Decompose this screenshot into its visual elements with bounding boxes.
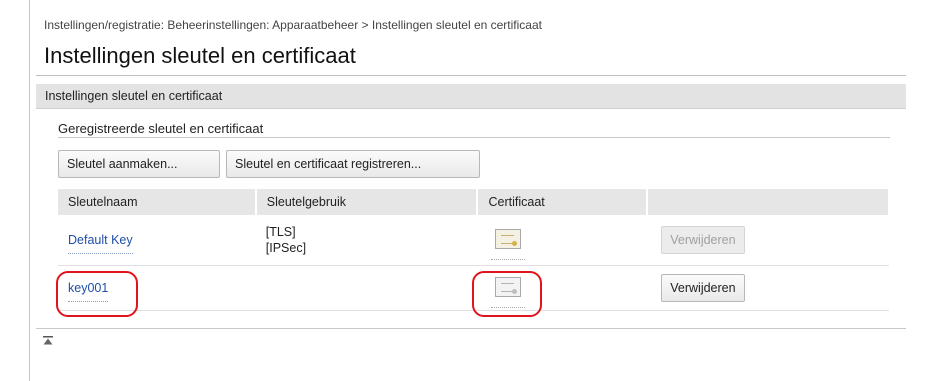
delete-button-disabled: Verwijderen xyxy=(661,226,745,254)
column-header-key-name: Sleutelnaam xyxy=(58,189,257,215)
registered-keys-title: Geregistreerde sleutel en certificaat xyxy=(58,121,264,136)
key-usage-cell: [TLS] [IPSec] xyxy=(255,215,478,266)
column-header-actions xyxy=(647,189,890,215)
title-divider xyxy=(36,75,906,76)
key-name-link[interactable]: Default Key xyxy=(68,233,133,254)
section-header: Instellingen sleutel en certificaat xyxy=(36,84,906,109)
usage-tls: [TLS] xyxy=(265,225,296,239)
actions-cell: Verwijderen xyxy=(647,215,889,266)
table-row: Default Key [TLS] [IPSec] Verwijderen xyxy=(58,215,889,266)
register-key-certificate-button[interactable]: Sleutel en certificaat registreren... xyxy=(226,150,480,178)
create-key-button[interactable]: Sleutel aanmaken... xyxy=(58,150,220,178)
certificate-link[interactable] xyxy=(487,228,526,260)
column-header-key-usage: Sleutelgebruik xyxy=(255,189,479,215)
certificate-icon xyxy=(495,228,522,249)
usage-ipsec: [IPSec] xyxy=(265,241,307,255)
delete-button[interactable]: Verwijderen xyxy=(661,274,745,302)
key-name-cell: Default Key xyxy=(58,215,256,266)
back-to-top-icon[interactable] xyxy=(42,335,54,347)
actions-cell: Verwijderen xyxy=(647,265,889,311)
breadcrumb: Instellingen/registratie: Beheerinstelli… xyxy=(44,18,542,32)
table-header-row: Sleutelnaam Sleutelgebruik Certificaat xyxy=(58,189,890,215)
column-header-certificate: Certificaat xyxy=(477,189,649,215)
page-title: Instellingen sleutel en certificaat xyxy=(44,43,356,68)
certificate-cell xyxy=(477,215,648,266)
highlight-certificate xyxy=(472,271,542,317)
section-title: Instellingen sleutel en certificaat xyxy=(45,89,223,103)
bottom-divider xyxy=(36,328,906,329)
key-usage-cell xyxy=(255,265,478,311)
highlight-key-name xyxy=(56,271,138,317)
subsection-divider xyxy=(58,137,890,138)
